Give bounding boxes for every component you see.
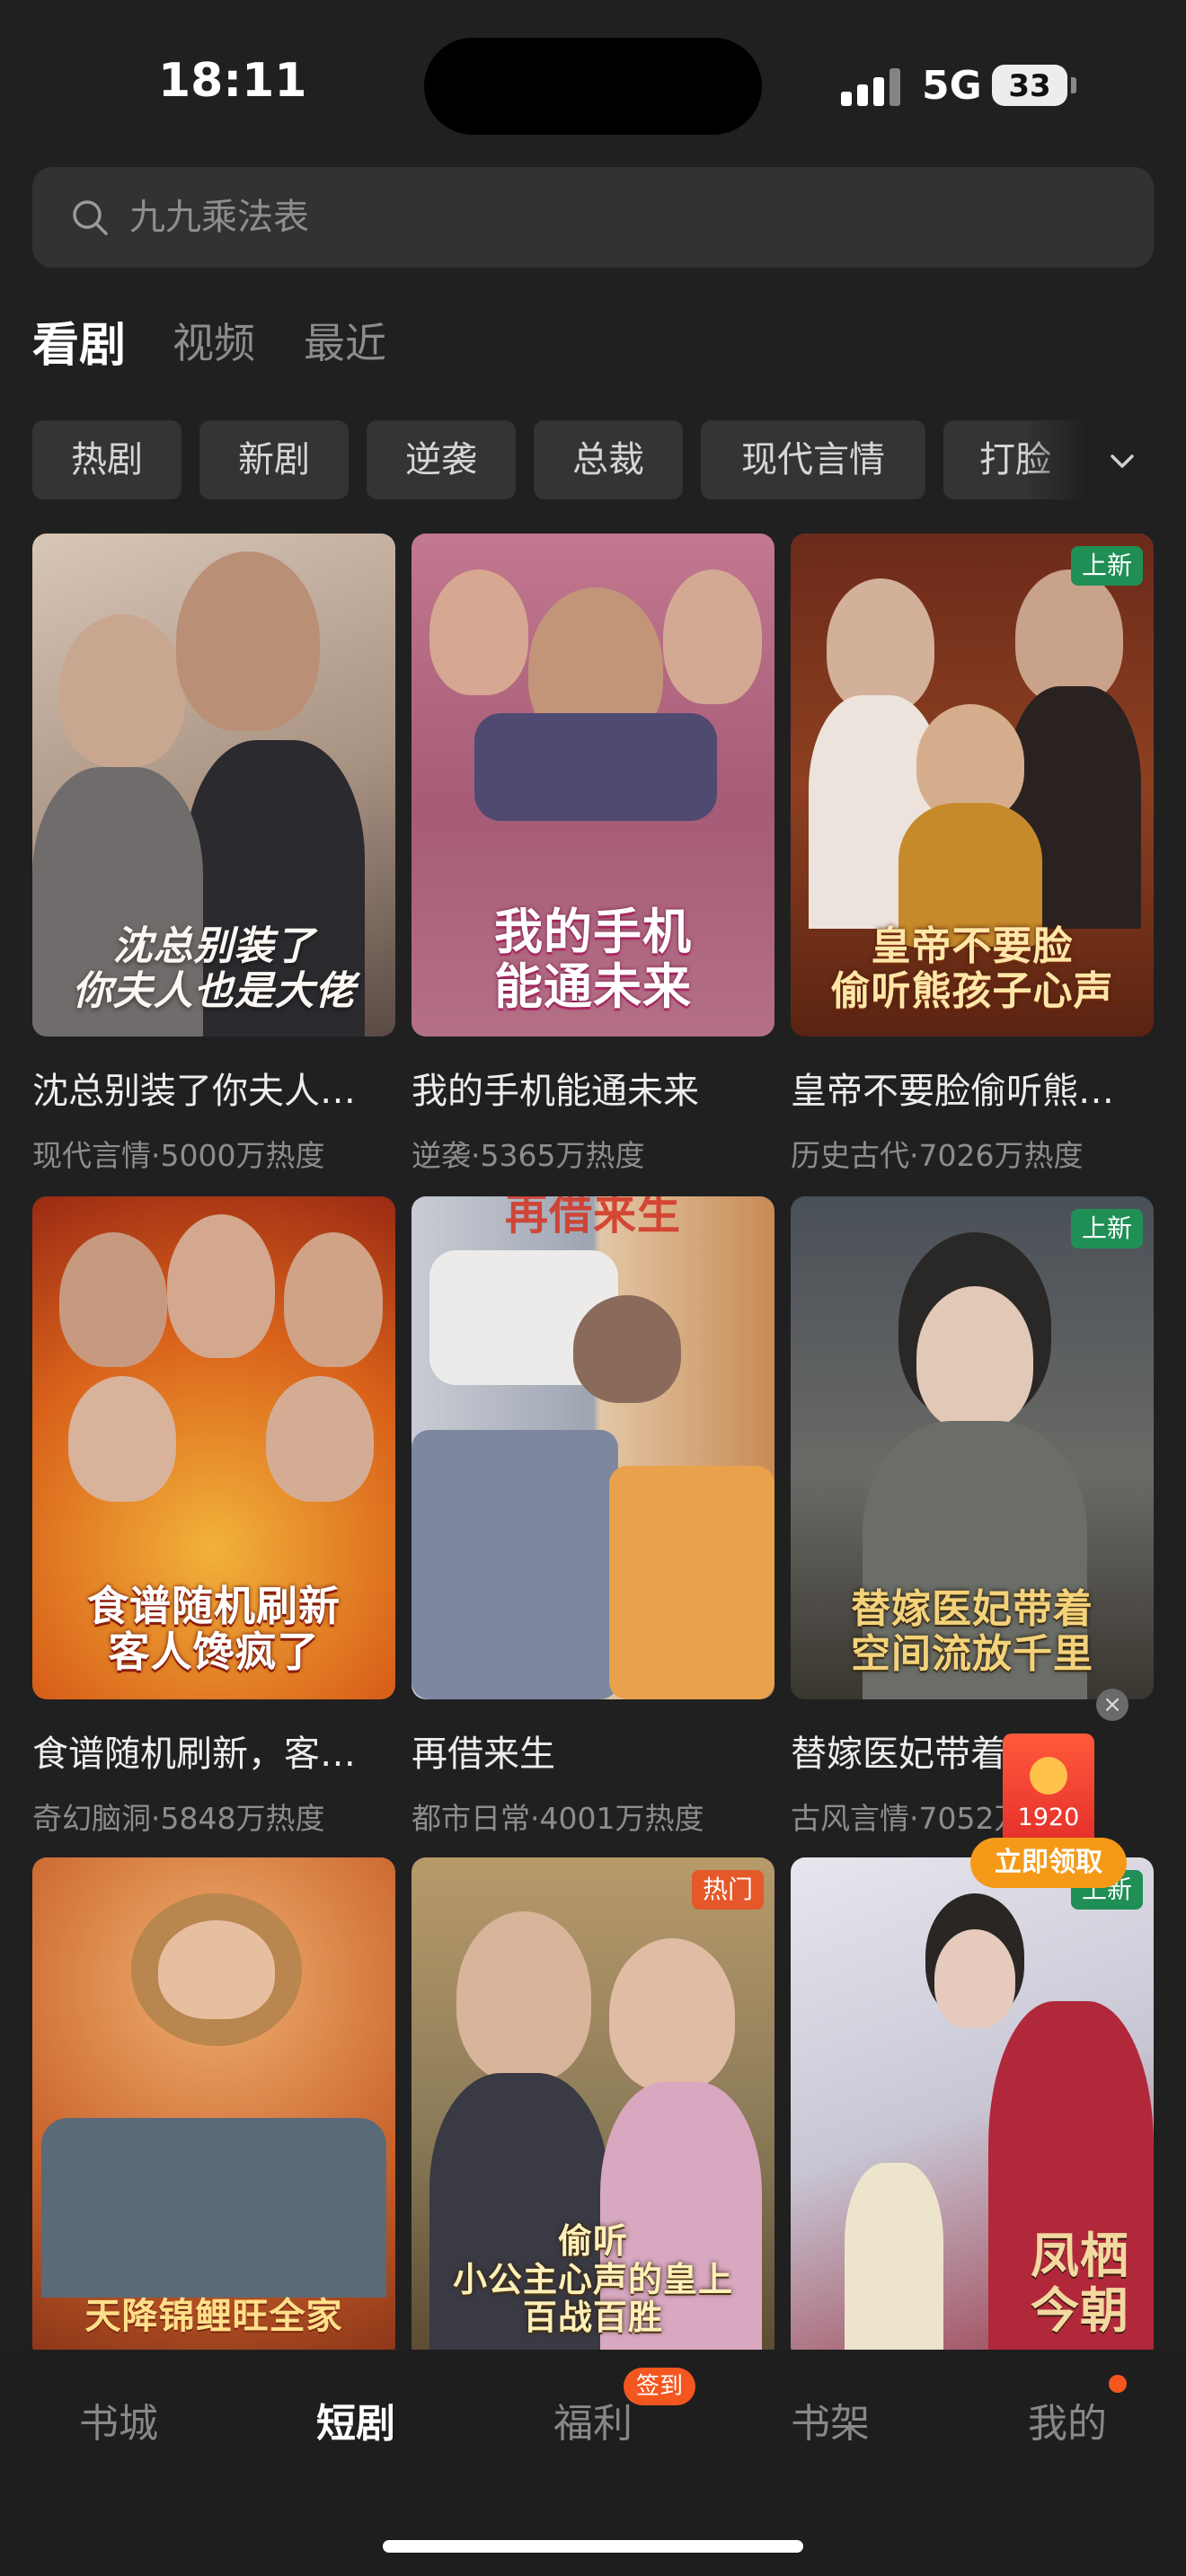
poster-figure: [59, 1232, 167, 1367]
battery-cap: [1071, 77, 1076, 93]
packet-seal: [1030, 1757, 1067, 1795]
drama-meta: 都市日常·4001万热度: [412, 1801, 704, 1836]
poster-figure: [934, 1929, 1015, 2028]
chip-comeback[interactable]: 逆袭: [367, 420, 516, 499]
drama-card[interactable]: 食谱随机刷新 客人馋疯了 食谱随机刷新，客… 奇幻脑洞·5848万热度: [32, 1196, 395, 1838]
poster-title: 再借来生: [504, 1196, 681, 1239]
drama-card[interactable]: 天降锦鲤旺全家: [32, 1857, 395, 2360]
drama-title: 替嫁医妃带着…: [791, 1734, 1042, 1775]
chips-fade: [1024, 420, 1114, 501]
drama-title: 皇帝不要脸偷听熊…: [791, 1071, 1114, 1112]
poster-figure: [266, 1376, 374, 1502]
home-indicator[interactable]: [383, 2540, 803, 2553]
drama-title: 沈总别装了你夫人…: [32, 1071, 356, 1112]
poster-figure: [41, 2118, 386, 2298]
nav-bookshelf[interactable]: 书架: [712, 2391, 949, 2448]
tab-video[interactable]: 视频: [173, 311, 255, 370]
nav-short-drama[interactable]: 短剧: [237, 2391, 474, 2448]
poster-figure: [176, 551, 320, 731]
app-screen: 18:11 5G 33 看剧 视频 最近 热剧 新剧 逆袭 总裁 现代言情 打脸: [0, 0, 1186, 2576]
drama-title: 食谱随机刷新，客…: [32, 1734, 356, 1775]
drama-meta: 逆袭·5365万热度: [412, 1138, 645, 1173]
new-badge: 上新: [1070, 546, 1143, 586]
drama-poster[interactable]: 上新 替嫁医妃带着 空间流放千里: [791, 1196, 1154, 1699]
poster-figure: [663, 569, 762, 704]
poster-figure: [1015, 569, 1123, 704]
checkin-badge: 签到: [624, 2368, 696, 2405]
poster-figure: [474, 713, 717, 821]
search-input[interactable]: [129, 190, 1028, 244]
status-time: 18:11: [158, 54, 307, 108]
drama-poster[interactable]: 热门 偷听 小公主心声的皇上 百战百胜: [412, 1857, 774, 2360]
drama-poster[interactable]: 上新 凤栖今朝: [791, 1857, 1154, 2360]
search-icon: [73, 200, 108, 235]
drama-card[interactable]: 沈总别装了 你夫人也是大佬 沈总别装了你夫人… 现代言情·5000万热度: [32, 534, 395, 1175]
poster-figure: [916, 1286, 1033, 1430]
drama-card[interactable]: 热门 偷听 小公主心声的皇上 百战百胜: [412, 1857, 774, 2360]
drama-card[interactable]: 我的手机 能通未来 我的手机能通未来 逆袭·5365万热度: [412, 534, 774, 1175]
poster-title: 凤栖今朝: [1031, 2227, 1129, 2339]
drama-meta: 历史古代·7026万热度: [791, 1138, 1084, 1173]
poster-figure: [68, 1376, 176, 1502]
poster-figure: [609, 1938, 735, 2091]
poster-figure: [158, 1920, 275, 2019]
drama-meta: 古风言情·7052万热度: [791, 1801, 1084, 1836]
poster-figure: [429, 569, 528, 695]
reward-count: 1920: [1017, 1804, 1080, 1831]
chip-modern-romance[interactable]: 现代言情: [701, 420, 925, 499]
drama-title: 再借来生: [412, 1734, 555, 1775]
poster-figure: [845, 2163, 943, 2360]
poster-figure: [167, 1214, 275, 1358]
drama-poster[interactable]: 天降锦鲤旺全家: [32, 1857, 395, 2360]
chevron-down-icon[interactable]: [1103, 442, 1141, 480]
nav-bookstore[interactable]: 书城: [0, 2391, 237, 2448]
new-badge: 上新: [1070, 1209, 1143, 1248]
drama-poster[interactable]: 上新 皇帝不要脸 偷听熊孩子心声: [791, 534, 1154, 1037]
drama-meta: 现代言情·5000万热度: [32, 1138, 325, 1173]
poster-title: 替嫁医妃带着 空间流放千里: [851, 1586, 1093, 1677]
drama-poster[interactable]: 我的手机 能通未来: [412, 534, 774, 1037]
network-label: 5G: [922, 63, 982, 109]
chip-hot[interactable]: 热剧: [32, 420, 181, 499]
tab-recent[interactable]: 最近: [304, 311, 386, 370]
drama-card[interactable]: 再借来生 再借来生 都市日常·4001万热度: [412, 1196, 774, 1838]
poster-figure: [609, 1466, 774, 1699]
chip-ceo[interactable]: 总裁: [534, 420, 683, 499]
chip-new[interactable]: 新剧: [199, 420, 349, 499]
poster-figure: [456, 1911, 591, 2082]
red-packet-icon[interactable]: 1920: [1003, 1734, 1094, 1845]
drama-card[interactable]: 上新 皇帝不要脸 偷听熊孩子心声 皇帝不要脸偷听熊… 历史古代·7026万热度: [791, 534, 1154, 1175]
close-icon[interactable]: ×: [1096, 1689, 1128, 1721]
poster-figure: [827, 578, 934, 713]
nav-profile[interactable]: 我的: [949, 2391, 1186, 2448]
claim-reward-button[interactable]: 立即领取: [970, 1838, 1127, 1888]
poster-title: 我的手机 能通未来: [494, 903, 692, 1015]
tab-watch[interactable]: 看剧: [32, 307, 126, 375]
poster-title: 皇帝不要脸 偷听熊孩子心声: [830, 923, 1114, 1014]
poster-title: 食谱随机刷新 客人馋疯了: [87, 1581, 341, 1677]
poster-figure: [59, 614, 185, 767]
poster-title: 沈总别装了 你夫人也是大佬: [72, 923, 356, 1014]
poster-figure: [284, 1232, 383, 1367]
drama-card[interactable]: 上新 凤栖今朝: [791, 1857, 1154, 2360]
poster-figure: [412, 1430, 618, 1699]
drama-poster[interactable]: 食谱随机刷新 客人馋疯了: [32, 1196, 395, 1699]
hot-badge: 热门: [691, 1870, 764, 1910]
drama-card[interactable]: 上新 替嫁医妃带着 空间流放千里 替嫁医妃带着… 古风言情·7052万热度: [791, 1196, 1154, 1838]
drama-poster[interactable]: 沈总别装了 你夫人也是大佬: [32, 534, 395, 1037]
notification-dot: [1109, 2375, 1127, 2393]
battery-level: 33: [1008, 68, 1051, 104]
drama-meta: 奇幻脑洞·5848万热度: [32, 1801, 325, 1836]
battery-icon: 33: [992, 65, 1067, 106]
dynamic-island: [424, 38, 762, 135]
poster-title: 偷听 小公主心声的皇上 百战百胜: [452, 2220, 733, 2338]
drama-title: 我的手机能通未来: [412, 1071, 699, 1112]
drama-poster[interactable]: 再借来生: [412, 1196, 774, 1699]
poster-figure: [573, 1295, 681, 1403]
signal-icon: [841, 68, 902, 106]
genre-filter-bar: 热剧 新剧 逆袭 总裁 现代言情 打脸: [32, 420, 1102, 501]
search-bar[interactable]: [32, 167, 1154, 268]
poster-title: 天降锦鲤旺全家: [84, 2295, 343, 2338]
